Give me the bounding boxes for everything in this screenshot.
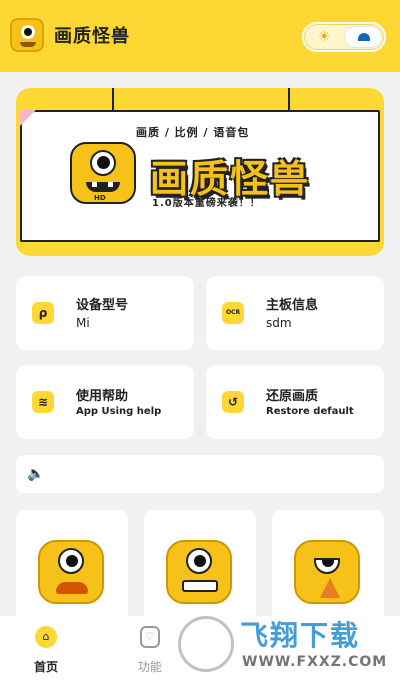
board-info-card[interactable]: OCR 主板信息 sdm xyxy=(206,276,384,350)
ocr-icon: OCR xyxy=(222,302,244,324)
layers-icon: ≋ xyxy=(32,391,54,413)
help-subtitle: App Using help xyxy=(76,406,162,417)
home-icon: ⌂ xyxy=(35,626,57,648)
mascot-shocked-icon xyxy=(38,540,104,604)
board-info-label: 主板信息 xyxy=(266,298,319,313)
device-model-label: 设备型号 xyxy=(76,298,129,313)
sun-icon: ☀ xyxy=(318,29,331,45)
tab-home-label: 首页 xyxy=(33,660,58,674)
restore-subtitle: Restore default xyxy=(266,406,354,417)
tab-functions[interactable]: ♡ 功能 xyxy=(120,626,180,675)
speaker-icon: 🔈 xyxy=(27,466,45,482)
device-model-value: Mi xyxy=(76,316,90,330)
board-info-value: sdm xyxy=(266,316,292,330)
watermark: 飞翔下载 WWW.FXXZ.COM xyxy=(178,612,388,676)
app-title: 画质怪兽 xyxy=(54,26,130,47)
watermark-text: 飞翔下载 xyxy=(240,619,361,652)
tab-functions-label: 功能 xyxy=(137,660,162,674)
toggle-knob xyxy=(344,26,382,48)
watermark-url: WWW.FXXZ.COM xyxy=(242,654,388,670)
app-logo-icon xyxy=(10,18,44,52)
feature-card-1[interactable] xyxy=(16,510,128,630)
tab-home[interactable]: ⌂ 首页 xyxy=(16,626,76,675)
voice-pack-bar[interactable]: 🔈 xyxy=(16,455,384,493)
promo-banner[interactable]: 画质 / 比例 / 语音包 HD 画质怪兽 1.0版本重磅来袭！！ xyxy=(16,88,384,256)
restore-card[interactable]: ↺ 还原画质 Restore default xyxy=(206,365,384,439)
pen-icon: ρ xyxy=(32,302,54,324)
theme-toggle[interactable]: ☀ xyxy=(302,22,386,52)
heart-box-icon: ♡ xyxy=(140,626,160,648)
banner-tags: 画质 / 比例 / 语音包 xyxy=(136,126,250,139)
app-header: 画质怪兽 ☀ xyxy=(0,0,400,72)
help-label: 使用帮助 xyxy=(76,389,129,404)
help-card[interactable]: ≋ 使用帮助 App Using help xyxy=(16,365,194,439)
restore-label: 还原画质 xyxy=(266,389,319,404)
mascot-logo-icon: HD xyxy=(70,142,136,204)
watermark-logo-icon xyxy=(178,616,234,672)
restore-icon: ↺ xyxy=(222,391,244,413)
mascot-sleepy-icon xyxy=(294,540,360,604)
banner-subtitle: 1.0版本重磅来袭！！ xyxy=(152,198,261,209)
device-model-card[interactable]: ρ 设备型号 Mi xyxy=(16,276,194,350)
mascot-grin-icon xyxy=(166,540,232,604)
hd-badge: HD xyxy=(94,194,106,202)
banner-fold xyxy=(20,110,36,126)
